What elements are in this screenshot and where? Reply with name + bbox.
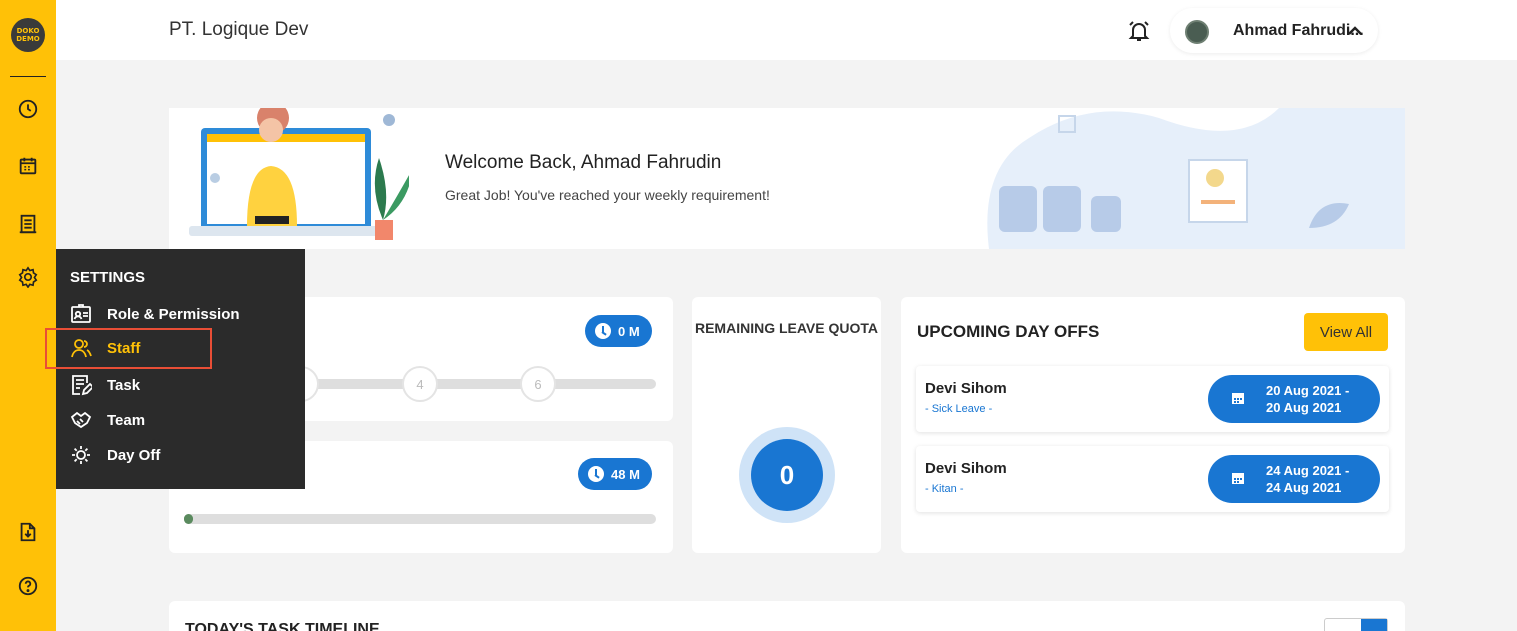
welcome-illustration bbox=[189, 108, 409, 240]
day-off-date-to: 20 Aug 2021 bbox=[1266, 400, 1342, 415]
view-all-button[interactable]: View All bbox=[1304, 313, 1388, 351]
id-card-icon bbox=[71, 304, 91, 323]
chevron-up-icon[interactable] bbox=[1346, 23, 1364, 37]
company-name: PT. Logique Dev bbox=[169, 19, 309, 40]
handshake-icon bbox=[70, 411, 92, 429]
progress-track bbox=[289, 379, 656, 389]
office-illustration bbox=[987, 108, 1405, 249]
menu-item-day-off[interactable]: Day Off bbox=[70, 443, 160, 467]
gear-icon[interactable] bbox=[16, 265, 40, 289]
weekly-progress-fill bbox=[184, 514, 194, 524]
welcome-heading: Welcome Back, Ahmad Fahrudin bbox=[445, 152, 722, 173]
sidebar: DOKO DEMO bbox=[0, 0, 56, 631]
day-off-date-to: 24 Aug 2021 bbox=[1266, 480, 1342, 495]
task-icon bbox=[72, 375, 92, 396]
clock-icon[interactable] bbox=[16, 97, 40, 121]
report-icon[interactable] bbox=[16, 212, 40, 236]
menu-item-team[interactable]: Team bbox=[70, 408, 145, 432]
menu-item-task[interactable]: Task bbox=[70, 373, 140, 397]
user-menu[interactable]: Ahmad Fahrudi... bbox=[1170, 8, 1378, 53]
menu-item-role-permission[interactable]: Role & Permission bbox=[70, 302, 240, 326]
sidebar-divider bbox=[10, 76, 46, 77]
task-timeline-card: TODAY'S TASK TIMELINE bbox=[169, 601, 1405, 631]
progress-step-6: 6 bbox=[520, 366, 556, 402]
timeline-view-toggle[interactable] bbox=[1324, 618, 1388, 631]
help-icon[interactable] bbox=[16, 574, 40, 598]
welcome-banner: Welcome Back, Ahmad Fahrudin Great Job! … bbox=[169, 108, 1405, 249]
timeline-title: TODAY'S TASK TIMELINE bbox=[185, 621, 380, 631]
day-off-date: 20 Aug 2021 - 20 Aug 2021 bbox=[1208, 375, 1380, 423]
toggle-active bbox=[1361, 619, 1387, 631]
user-name: Ahmad Fahrudi... bbox=[1233, 22, 1364, 39]
calendar-icon bbox=[1232, 473, 1244, 484]
hours-badge-label: 0 M bbox=[618, 323, 640, 339]
staff-highlight-box bbox=[45, 328, 212, 369]
clock-icon bbox=[595, 323, 611, 339]
avatar bbox=[1185, 20, 1209, 44]
leave-quota-ring: 0 bbox=[739, 427, 835, 523]
day-off-date-from: 24 Aug 2021 - bbox=[1266, 463, 1350, 478]
day-off-name: Devi Sihom bbox=[925, 380, 1007, 397]
calendar-icon[interactable] bbox=[16, 154, 40, 178]
upcoming-title: UPCOMING DAY OFFS bbox=[917, 322, 1100, 341]
menu-item-label: Day Off bbox=[107, 446, 161, 464]
list-item[interactable]: Devi Sihom - Sick Leave - 20 Aug 2021 - … bbox=[916, 366, 1389, 432]
weekly-progress-track bbox=[184, 514, 656, 524]
top-header: PT. Logique Dev Ahmad Fahrudi... bbox=[56, 0, 1517, 60]
day-off-type: - Sick Leave - bbox=[925, 403, 993, 415]
day-off-date-from: 20 Aug 2021 - bbox=[1266, 383, 1350, 398]
weekly-hours-badge-label: 48 M bbox=[611, 466, 640, 482]
settings-menu: SETTINGS Role & Permission Staff Task Te… bbox=[56, 249, 305, 489]
progress-step-4: 4 bbox=[402, 366, 438, 402]
day-off-name: Devi Sihom bbox=[925, 460, 1007, 477]
calendar-icon bbox=[1232, 393, 1244, 404]
download-icon[interactable] bbox=[16, 520, 40, 544]
list-item[interactable]: Devi Sihom - Kitan - 24 Aug 2021 - 24 Au… bbox=[916, 446, 1389, 512]
menu-item-label: Task bbox=[107, 376, 141, 394]
weekly-hours-badge: 48 M bbox=[578, 458, 652, 490]
upcoming-day-offs-card: UPCOMING DAY OFFS View All Devi Sihom - … bbox=[901, 297, 1405, 553]
leave-quota-card: REMAINING LEAVE QUOTA 0 bbox=[692, 297, 881, 553]
settings-menu-title: SETTINGS bbox=[70, 269, 146, 286]
leave-quota-value: 0 bbox=[751, 439, 823, 511]
day-off-type: - Kitan - bbox=[925, 483, 964, 495]
menu-item-label: Team bbox=[107, 411, 146, 429]
day-off-date: 24 Aug 2021 - 24 Aug 2021 bbox=[1208, 455, 1380, 503]
notification-bell-icon[interactable] bbox=[1126, 18, 1152, 44]
leave-quota-title: REMAINING LEAVE QUOTA bbox=[694, 320, 879, 336]
menu-item-label: Role & Permission bbox=[107, 305, 240, 323]
clock-icon bbox=[588, 466, 604, 482]
app-logo[interactable]: DOKO DEMO bbox=[11, 18, 45, 52]
welcome-message: Great Job! You've reached your weekly re… bbox=[445, 187, 770, 203]
hours-badge: 0 M bbox=[585, 315, 652, 347]
day-off-icon bbox=[72, 446, 90, 464]
